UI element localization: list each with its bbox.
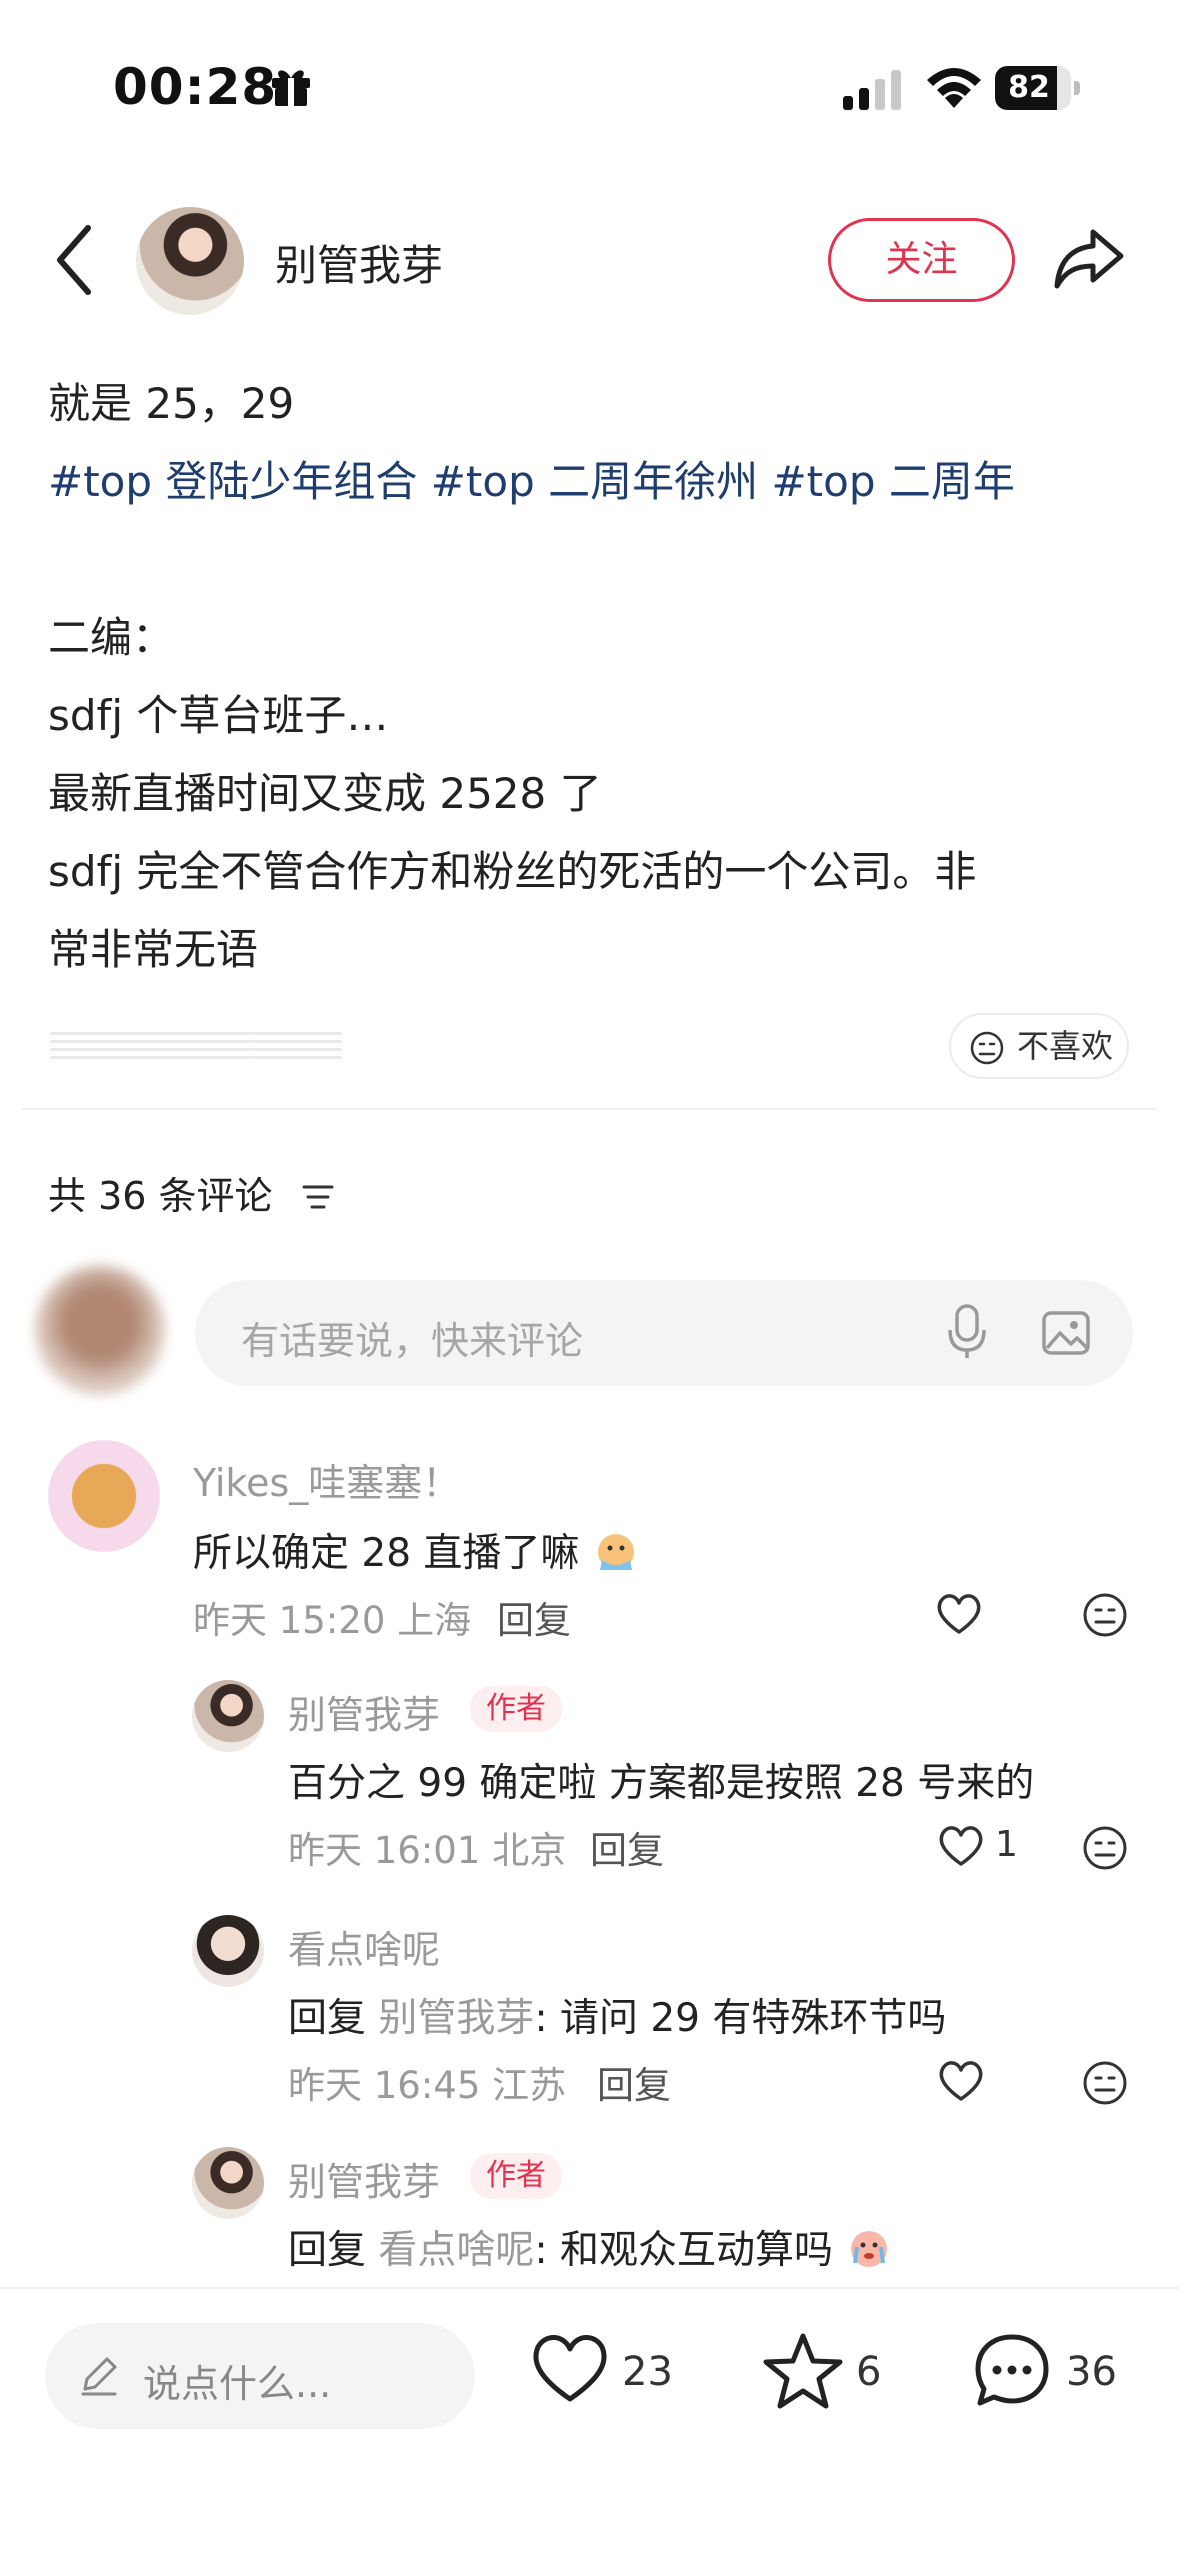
pencil-icon [81,2357,117,2396]
my-avatar [35,1265,165,1395]
heart-icon[interactable] [937,1824,985,1868]
post-content: 就是 25，29 #top 登陆少年组合 #top 二周年徐州 #top 二周年… [48,365,1138,989]
comment-count: 共 36 条评论 [48,1174,273,1218]
wifi-icon [927,68,981,108]
comment-meta: 昨天 16:01 北京 [288,1829,567,1872]
battery-icon: 82 [995,66,1080,110]
commenter-name[interactable]: 别管我芽 [288,1684,440,1739]
star-icon [763,2333,843,2409]
comment-input[interactable]: 有话要说，快来评论 [195,1280,1133,1386]
reply-button[interactable]: 回复 [590,1820,664,1874]
say-something-input[interactable]: 说点什么... [45,2323,475,2429]
post-line: 常非常无语 [48,925,259,974]
comment-text: 所以确定 28 直播了嘛 [193,1522,640,1578]
comment-input-placeholder: 有话要说，快来评论 [241,1319,584,1363]
comment-icon [975,2334,1049,2406]
heart-icon [533,2335,607,2402]
crying-emoji-icon [851,2231,888,2267]
comment-text: 百分之 99 确定啦 方案都是按照 28 号来的 [288,1761,1035,1806]
back-icon[interactable] [48,220,98,300]
heart-icon[interactable] [937,2059,985,2103]
post-header: 别管我芽 关注 [0,190,1179,330]
status-bar: 00:28 82 [0,0,1179,170]
like-count: 23 [622,2349,673,2395]
comment-text: 回复 看点啥呢: 和观众互动算吗 [288,2219,893,2275]
post-line: 最新直播时间又变成 2528 了 [48,769,602,818]
author-badge: 作者 [470,1686,562,1732]
emoji-icon [970,1031,1004,1065]
status-time: 00:28 [113,58,278,116]
commenter-avatar[interactable] [48,1440,160,1552]
gift-icon [272,70,310,106]
like-count: 1 [995,1824,1018,1865]
divider [22,1108,1157,1110]
comment-button[interactable]: 36 [972,2331,1122,2421]
commenter-avatar[interactable] [192,1680,264,1752]
reply-to-name[interactable]: 看点啥呢 [378,2228,534,2273]
hashtag-link[interactable]: #top 二周年徐州 [431,457,758,506]
collect-count: 6 [856,2349,882,2395]
commenter-avatar[interactable] [192,1915,264,1987]
like-button[interactable]: 23 [530,2331,680,2421]
comment-count-bottom: 36 [1066,2349,1117,2395]
commenter-avatar[interactable] [192,2147,264,2219]
follow-button[interactable]: 关注 [828,218,1015,302]
hashtag-link[interactable]: #top 登陆少年组合 [48,457,417,506]
battery-level: 82 [1008,70,1050,105]
reply-prefix: 回复 [288,1996,367,2041]
bottom-action-bar: 说点什么... 23 6 36 [0,2287,1179,2556]
comment-body: : 请问 29 有特殊环节吗 [534,1996,947,2041]
collect-button[interactable]: 6 [762,2331,892,2421]
comment-body: : 和观众互动算吗 [534,2228,833,2273]
post-line: sdfj 完全不管合作方和粉丝的死活的一个公司。非 [48,847,977,896]
dislike-button[interactable]: 不喜欢 [949,1013,1129,1079]
signal-icon [843,70,901,110]
crying-emoji-icon [597,1534,634,1570]
comment-meta: 昨天 15:20 上海 [193,1599,472,1642]
comment-text: 回复 别管我芽: 请问 29 有特殊环节吗 [288,1987,946,2043]
post-line: 就是 25，29 [48,379,295,428]
emoji-icon[interactable] [1082,1825,1128,1871]
commenter-name[interactable]: Yikes_哇塞塞！ [193,1452,460,1507]
author-badge: 作者 [470,2153,562,2199]
heart-icon[interactable] [935,1592,983,1636]
hashtag-link[interactable]: #top 二周年 [771,457,1014,506]
emoji-icon[interactable] [1082,2060,1128,2106]
author-avatar[interactable] [136,207,244,315]
commenter-name[interactable]: 别管我芽 [288,2151,440,2206]
share-icon[interactable] [1053,226,1125,292]
sort-icon[interactable] [302,1182,334,1212]
reply-button[interactable]: 回复 [597,2055,671,2109]
hashtag-row: #top 登陆少年组合 #top 二周年徐州 #top 二周年 [48,443,1138,521]
reply-button[interactable]: 回复 [497,1590,571,1644]
image-icon[interactable] [1041,1308,1091,1358]
post-line: sdfj 个草台班子… [48,691,389,740]
reply-prefix: 回复 [288,2228,367,2273]
reply-to-name[interactable]: 别管我芽 [378,1996,534,2041]
comment-meta: 昨天 16:45 江苏 [288,2064,567,2107]
dislike-label: 不喜欢 [1017,1027,1114,1065]
post-line: 二编： [48,613,175,662]
emoji-icon[interactable] [1082,1592,1128,1638]
say-placeholder: 说点什么... [143,2362,332,2406]
author-name[interactable]: 别管我芽 [275,232,443,293]
blurred-meta [50,1032,342,1060]
commenter-name[interactable]: 看点啥呢 [288,1919,440,1974]
comment-body: 所以确定 28 直播了嘛 [193,1531,580,1576]
mic-icon[interactable] [947,1304,987,1360]
